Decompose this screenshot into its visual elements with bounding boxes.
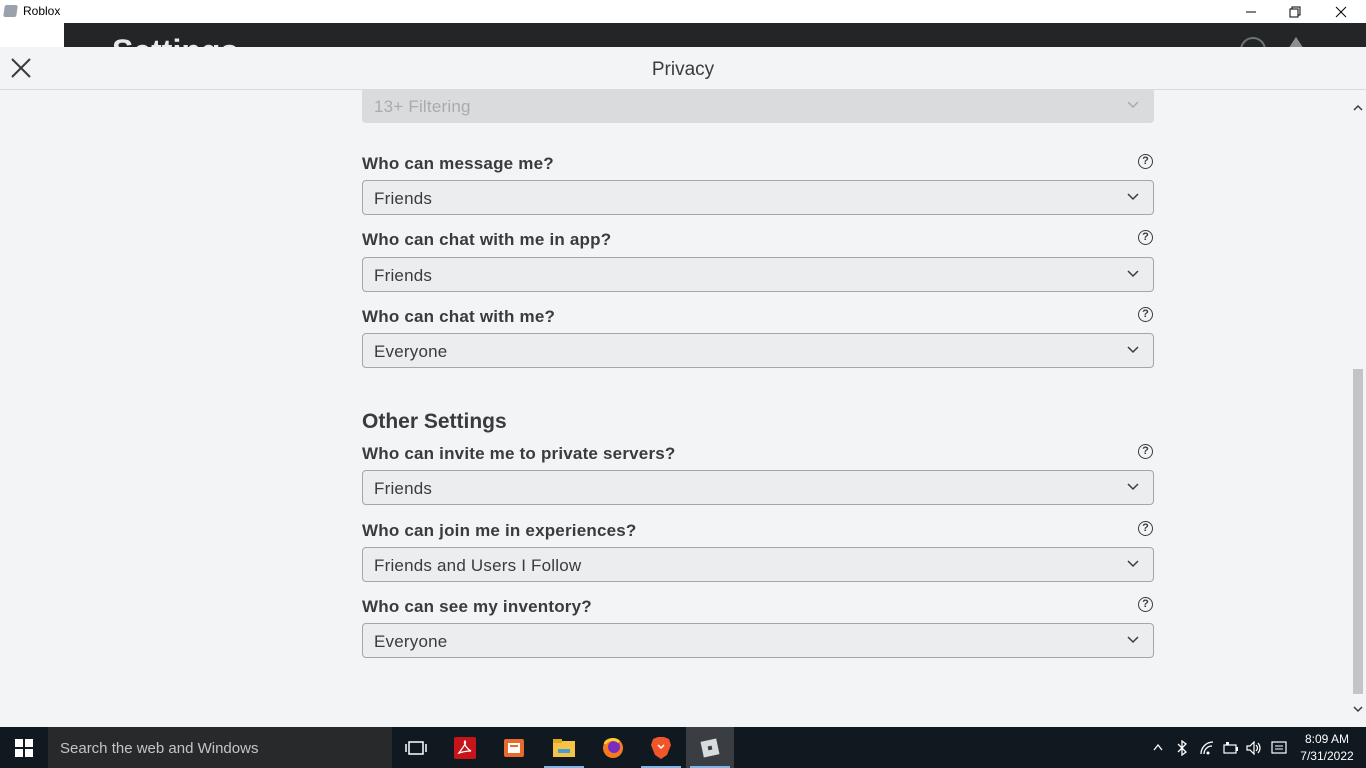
chevron-down-icon bbox=[1127, 270, 1139, 278]
minimize-icon bbox=[1246, 11, 1256, 12]
show-hidden-icons-button[interactable] bbox=[1150, 727, 1166, 768]
select-value: Friends bbox=[374, 189, 433, 208]
vertical-scrollbar[interactable] bbox=[1350, 90, 1366, 727]
help-icon[interactable]: ? bbox=[1138, 444, 1153, 459]
volume-icon bbox=[1246, 740, 1261, 755]
help-icon[interactable]: ? bbox=[1138, 230, 1153, 245]
adobe-acrobat-taskbar-button[interactable] bbox=[441, 727, 489, 768]
action-center-button[interactable] bbox=[1270, 727, 1288, 768]
restore-button[interactable] bbox=[1272, 0, 1318, 23]
roblox-icon bbox=[700, 738, 720, 757]
chat-setting-label: Who can chat with me? bbox=[362, 307, 556, 326]
restore-icon bbox=[1289, 6, 1301, 17]
chevron-down-icon bbox=[1127, 560, 1139, 568]
notification-icon bbox=[1288, 37, 1304, 47]
task-view-icon bbox=[405, 740, 427, 755]
battery-tray-button[interactable] bbox=[1222, 727, 1240, 768]
bluetooth-tray-button[interactable] bbox=[1174, 727, 1190, 768]
minimize-button[interactable] bbox=[1228, 0, 1274, 23]
select-value: Everyone bbox=[374, 632, 448, 651]
private-server-invite-select[interactable]: Friends bbox=[362, 470, 1154, 505]
robux-icon bbox=[1240, 37, 1266, 47]
select-value: Friends bbox=[374, 479, 433, 498]
app-chat-setting-select[interactable]: Friends bbox=[362, 257, 1154, 292]
select-value: Friends bbox=[374, 266, 433, 285]
privacy-modal: Privacy 13+ Filtering Who can message me… bbox=[0, 47, 1366, 727]
select-value: Friends and Users I Follow bbox=[374, 556, 582, 575]
chevron-down-icon bbox=[1127, 193, 1139, 201]
close-icon bbox=[1335, 6, 1347, 17]
settings-scroll-area[interactable]: 13+ Filtering Who can message me? ? Frie… bbox=[0, 90, 1350, 727]
firefox-icon bbox=[603, 737, 623, 758]
roblox-logo-icon bbox=[3, 5, 18, 17]
other-settings-heading: Other Settings bbox=[362, 410, 507, 433]
select-value: 13+ Filtering bbox=[374, 97, 471, 116]
chevron-down-icon bbox=[1127, 636, 1139, 644]
taskbar-search[interactable]: Search the web and Windows bbox=[48, 727, 392, 768]
battery-icon bbox=[1223, 741, 1238, 754]
close-window-button[interactable] bbox=[1318, 0, 1364, 23]
help-icon[interactable]: ? bbox=[1138, 154, 1153, 169]
message-setting-label: Who can message me? bbox=[362, 154, 554, 173]
brave-icon bbox=[651, 736, 671, 759]
file-explorer-taskbar-button[interactable] bbox=[540, 727, 588, 768]
inventory-visibility-label: Who can see my inventory? bbox=[362, 597, 592, 616]
window-title: Roblox bbox=[23, 4, 61, 18]
file-explorer-icon bbox=[553, 738, 575, 757]
network-tray-button[interactable] bbox=[1198, 727, 1216, 768]
chat-filter-select: 13+ Filtering bbox=[362, 90, 1154, 123]
clock-date: 7/31/2022 bbox=[1300, 749, 1354, 763]
help-icon[interactable]: ? bbox=[1138, 521, 1153, 536]
help-icon[interactable]: ? bbox=[1138, 597, 1153, 612]
modal-header: Privacy bbox=[0, 47, 1366, 90]
volume-tray-button[interactable] bbox=[1245, 727, 1263, 768]
windows-logo-icon bbox=[15, 738, 33, 757]
join-experiences-select[interactable]: Friends and Users I Follow bbox=[362, 547, 1154, 582]
search-placeholder: Search the web and Windows bbox=[60, 740, 259, 757]
modal-title: Privacy bbox=[651, 59, 715, 80]
scroll-down-arrow-icon[interactable] bbox=[1353, 706, 1363, 713]
background-heading: Settings bbox=[112, 33, 238, 47]
help-icon[interactable]: ? bbox=[1138, 307, 1153, 322]
taskbar-clock[interactable]: 8:09 AM 7/31/2022 bbox=[1294, 731, 1360, 765]
bluetooth-icon bbox=[1177, 739, 1187, 756]
task-view-button[interactable] bbox=[392, 727, 440, 768]
private-server-invite-label: Who can invite me to private servers? bbox=[362, 444, 676, 463]
background-app-header: Settings bbox=[64, 23, 1366, 47]
start-button[interactable] bbox=[0, 727, 48, 768]
app-chat-setting-label: Who can chat with me in app? bbox=[362, 230, 612, 249]
clock-time: 8:09 AM bbox=[1304, 732, 1350, 746]
inventory-visibility-select[interactable]: Everyone bbox=[362, 623, 1154, 658]
windows-taskbar: Search the web and Windows 8:09 AM 7/31/… bbox=[0, 727, 1366, 768]
window-title-bar: Roblox bbox=[0, 0, 1366, 23]
roblox-taskbar-button[interactable] bbox=[686, 727, 734, 768]
office-icon bbox=[504, 738, 524, 757]
scrollbar-thumb[interactable] bbox=[1353, 369, 1363, 694]
chevron-down-icon bbox=[1127, 483, 1139, 491]
office-taskbar-button[interactable] bbox=[490, 727, 538, 768]
scroll-up-arrow-icon[interactable] bbox=[1353, 104, 1363, 111]
firefox-taskbar-button[interactable] bbox=[589, 727, 637, 768]
chevron-down-icon bbox=[1127, 346, 1139, 354]
select-value: Everyone bbox=[374, 342, 448, 361]
brave-taskbar-button[interactable] bbox=[637, 727, 685, 768]
chat-setting-select[interactable]: Everyone bbox=[362, 333, 1154, 368]
adobe-acrobat-icon bbox=[454, 736, 476, 759]
chevron-down-icon bbox=[1127, 101, 1139, 109]
chevron-up-icon bbox=[1153, 744, 1163, 751]
action-center-icon bbox=[1271, 740, 1287, 754]
wifi-icon bbox=[1200, 740, 1214, 754]
message-setting-select[interactable]: Friends bbox=[362, 180, 1154, 215]
join-experiences-label: Who can join me in experiences? bbox=[362, 521, 637, 540]
